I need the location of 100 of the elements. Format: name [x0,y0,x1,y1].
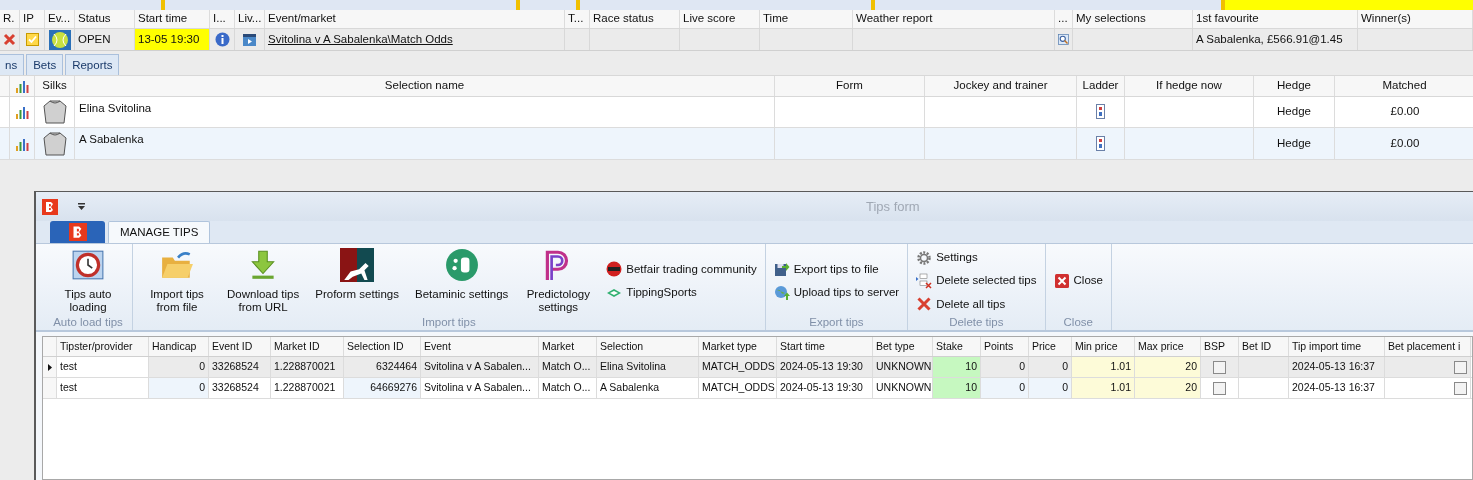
column-header[interactable]: Live score [680,9,760,28]
column-header[interactable]: Tip import time [1289,337,1385,356]
checkbox[interactable] [1213,360,1226,374]
column-header[interactable]: IP [20,9,45,28]
column-header[interactable]: Event/market [265,9,565,28]
ribbon-button[interactable]: Betaminic settings [410,248,513,314]
checkbox[interactable] [1213,381,1226,395]
delete-icon [916,296,933,313]
ribbon-button[interactable]: Delete selected tips [916,272,1037,290]
ribbon-button[interactable]: Import tips from file [139,248,215,314]
ribbon-button[interactable]: Download tips from URL [223,248,304,314]
ladder-icon[interactable] [1096,136,1105,152]
column-header[interactable]: Weather report [853,9,1055,28]
search-icon[interactable] [1058,32,1069,48]
column-header[interactable]: Tipster/provider [57,337,149,356]
column-header[interactable]: Max price [1135,337,1201,356]
close-icon [1053,273,1070,289]
column-header[interactable]: Winner(s) [1358,9,1473,28]
column-header[interactable]: My selections [1073,9,1193,28]
delete-icon[interactable] [3,33,16,47]
column-header[interactable]: ... [1055,9,1073,28]
column-header[interactable]: Status [75,9,135,28]
status-text: OPEN [78,31,111,47]
table-cell: A Sabalenka [597,378,699,398]
column-header[interactable]: 1st favourite [1193,9,1358,28]
hedge-link[interactable]: Hedge [1277,103,1311,121]
column-header[interactable]: Race status [590,9,680,28]
ribbon-button[interactable]: TippingSports [606,284,757,302]
table-cell: 20 [1135,357,1201,377]
column-header[interactable]: Bet ID [1239,337,1289,356]
event-link[interactable]: Svitolina v A Sabalenka\Match Odds [268,30,453,49]
column-header[interactable]: Market type [699,337,777,356]
checkbox[interactable] [1454,381,1467,395]
ribbon-button[interactable]: Proform settings [311,248,403,314]
ribbon-button[interactable]: Close [1053,272,1103,290]
column-header[interactable]: Event ID [209,337,271,356]
column-header[interactable]: Time [760,9,853,28]
tab[interactable]: Bets [26,54,64,76]
table-cell: 10 [933,357,981,377]
table-cell: Elina Svitolina [597,357,699,377]
column-header[interactable]: Selection [597,337,699,356]
bar-chart-icon [14,78,30,93]
column-header[interactable]: Event [421,337,539,356]
column-header[interactable]: Selection name [75,76,775,96]
group-label: Delete tips [948,315,1005,330]
floppy-arrow-icon [773,261,790,278]
column-header[interactable]: Ladder [1077,76,1125,96]
table-cell: UNKNOWN [873,378,933,398]
column-header[interactable]: Silks [35,76,75,96]
bar-chart-icon [14,136,30,151]
ribbon-button[interactable]: Betfair trading community [606,260,757,278]
ribbon-button[interactable]: Upload tips to server [773,284,900,302]
column-header[interactable]: R. [0,9,20,28]
tab[interactable]: Reports [65,54,120,76]
column-header[interactable]: Ev... [45,9,75,28]
column-header[interactable]: Min price [1072,337,1135,356]
row-header[interactable] [43,357,57,377]
column-header[interactable]: Price [1029,337,1072,356]
tab[interactable]: ns [0,54,25,76]
column-header[interactable]: Handicap [149,337,209,356]
settings-icon [916,249,933,266]
column-header[interactable]: Bet placement i [1385,337,1471,356]
column-header[interactable]: I... [210,9,235,28]
table-cell: 0 [149,378,209,398]
column-header[interactable]: Market [539,337,597,356]
column-header[interactable]: Matched [1335,76,1473,96]
ribbon-button[interactable]: Predictology settings [520,248,597,314]
ribbon-tab[interactable]: MANAGE TIPS [108,221,211,243]
table-cell: 1.01 [1072,378,1135,398]
table-cell: Match O... [539,378,597,398]
video-icon[interactable] [242,32,257,48]
column-header[interactable]: Start time [777,337,873,356]
checkbox[interactable] [25,33,39,47]
column-header[interactable]: Bet type [873,337,933,356]
ribbon-button[interactable]: Settings [916,249,1037,267]
hedge-link[interactable]: Hedge [1277,135,1311,153]
column-header[interactable]: Market ID [271,337,344,356]
table-cell: test [57,357,149,377]
column-header[interactable]: Selection ID [344,337,421,356]
column-header[interactable]: Liv... [235,9,265,28]
column-header[interactable]: If hedge now [1125,76,1254,96]
column-header[interactable]: T... [565,9,590,28]
table-cell: 0 [1029,378,1072,398]
column-header[interactable]: Jockey and trainer [925,76,1077,96]
info-icon[interactable] [214,32,230,48]
table-cell: MATCH_ODDS [699,378,777,398]
column-header[interactable]: Form [775,76,925,96]
column-header[interactable]: Start time [135,9,210,28]
column-header[interactable]: Stake [933,337,981,356]
column-header[interactable]: Hedge [1254,76,1335,96]
ribbon-button[interactable]: Tips auto loading [50,248,126,314]
checkbox[interactable] [1454,360,1467,374]
ribbon-button[interactable]: Delete all tips [916,295,1037,313]
column-header[interactable]: Points [981,337,1029,356]
dropdown-arrow-icon[interactable] [78,203,85,210]
table-cell: 0 [981,378,1029,398]
column-header[interactable]: BSP [1201,337,1239,356]
app-menu-button[interactable] [50,221,105,243]
ladder-icon[interactable] [1096,104,1105,120]
ribbon-button[interactable]: Export tips to file [773,260,900,278]
